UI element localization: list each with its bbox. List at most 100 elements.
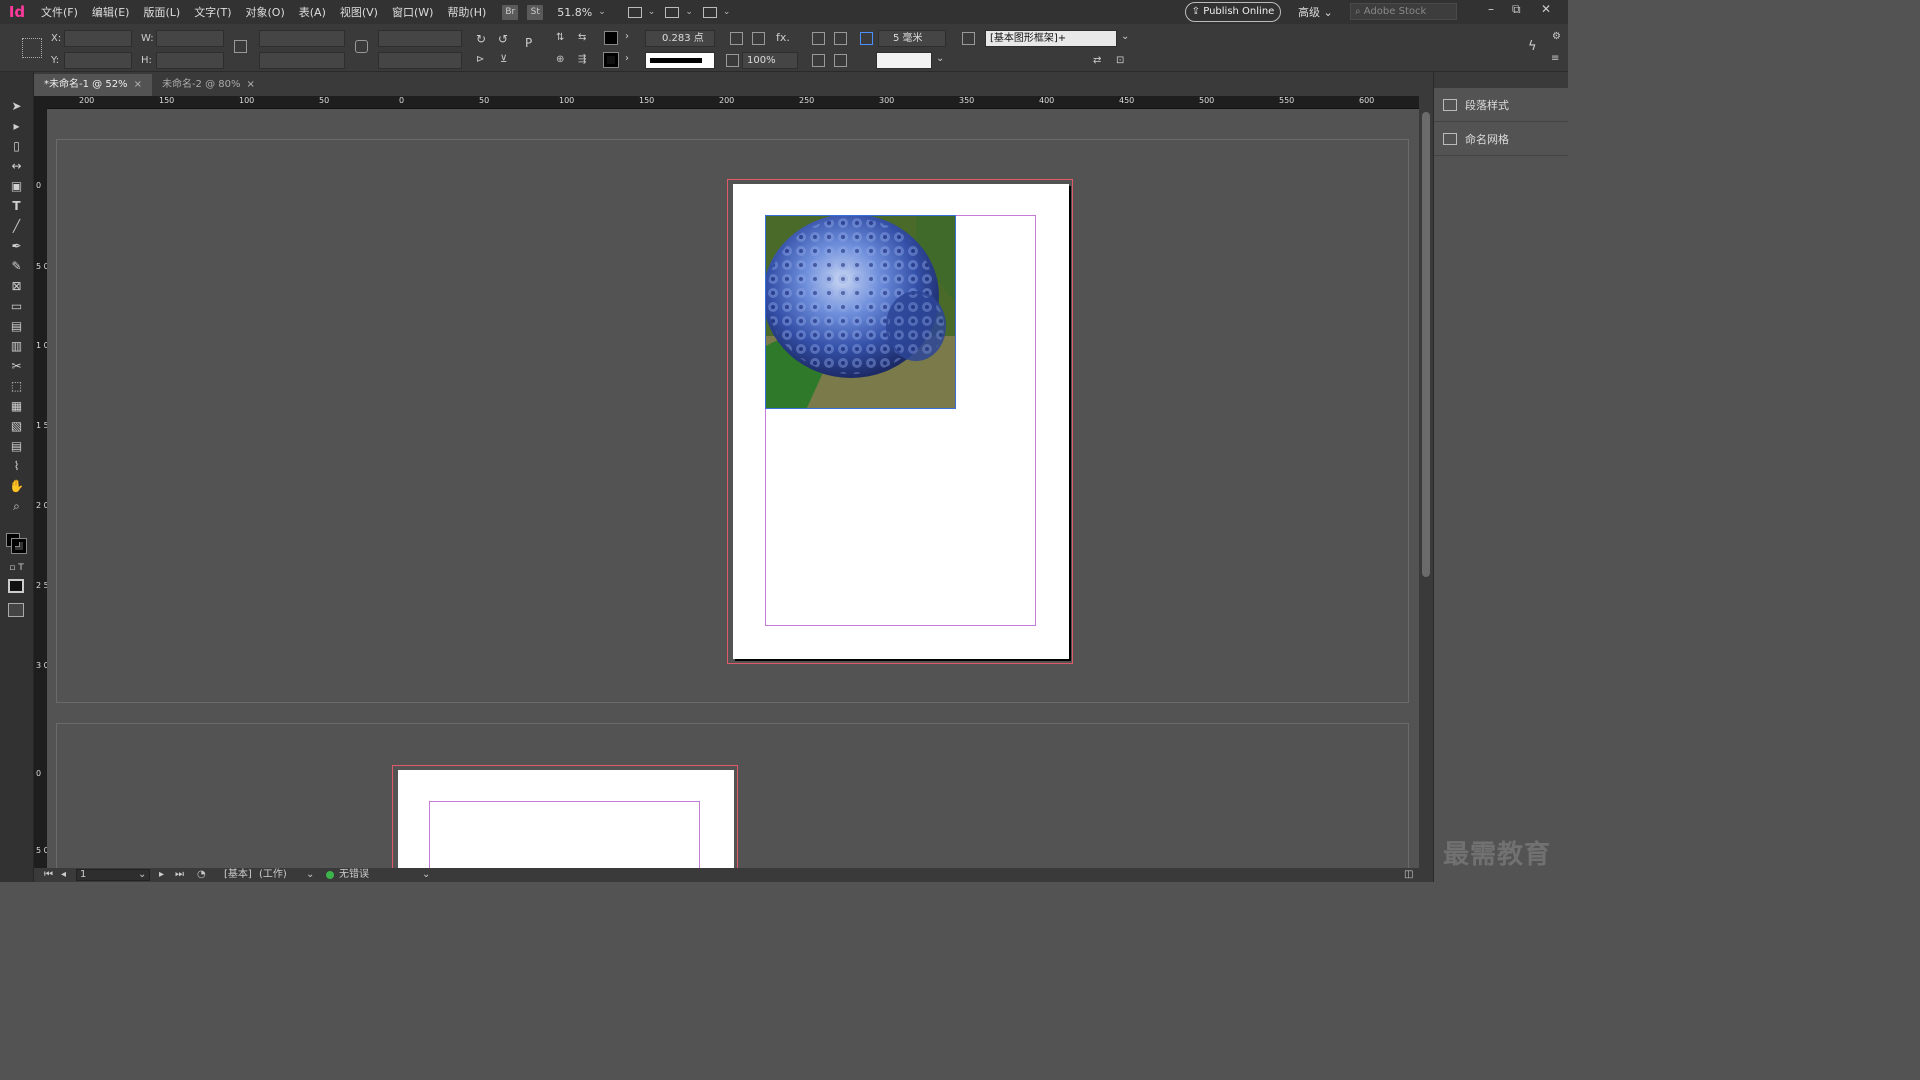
rectangle-tool-icon[interactable]: ▭ [8,298,25,315]
select-next-icon[interactable]: ⇶ [578,54,586,65]
screen-mode-dropdown-icon[interactable]: ⌄ [685,7,693,17]
fill-swatch[interactable] [604,31,618,45]
menu-window[interactable]: 窗口(W) [385,4,440,20]
hydrangea-image-frame[interactable] [765,215,956,409]
y-field[interactable] [64,52,132,69]
constrain-scale-icon[interactable] [355,40,368,53]
drop-shadow-icon[interactable] [752,32,765,45]
menu-view[interactable]: 视图(V) [333,4,385,20]
view-options-dropdown-icon[interactable]: ⌄ [648,7,656,17]
gap-field[interactable]: 5 毫米 [878,30,946,47]
stroke-color-icon[interactable] [11,538,27,554]
type-tool-icon[interactable]: T [8,198,25,215]
gradient-swatch-tool-icon[interactable]: ▦ [8,398,25,415]
chevron-down-icon[interactable]: ⌄ [422,868,430,882]
formatting-affects-container-icon[interactable]: ▫ T [8,560,25,577]
scale-y-field[interactable] [259,52,345,69]
menu-help[interactable]: 帮助(H) [440,4,493,20]
menu-type[interactable]: 文字(T) [187,4,238,20]
panel-menu-icon[interactable]: ≡ [1551,53,1559,64]
flip-vertical-icon[interactable]: ⊻ [500,54,507,65]
scroll-thumb[interactable] [1422,112,1430,577]
restore-button[interactable]: ⧉ [1512,2,1521,17]
h-field[interactable] [156,52,224,69]
line-tool-icon[interactable]: ╱ [8,218,25,235]
close-icon[interactable]: × [247,79,255,90]
minimize-button[interactable]: – [1488,2,1494,16]
screen-mode-icon[interactable] [665,6,680,18]
rotate-cw-icon[interactable]: ↻ [476,32,486,46]
align-icon[interactable] [812,32,825,45]
layout-toggle-icon[interactable]: ◫ [1404,868,1413,882]
opacity-field[interactable]: 100% [742,52,798,69]
tab-document-1[interactable]: *未命名-1 @ 52% × [34,74,152,96]
menu-layout[interactable]: 版面(L) [136,4,187,20]
select-container-icon[interactable]: ⇆ [578,32,586,43]
stock-button[interactable]: St [527,4,544,20]
object-style-dropdown[interactable]: [基本图形框架]+ [985,30,1117,47]
normal-view-icon[interactable] [8,579,24,593]
horizontal-ruler[interactable]: 200 150 100 50 0 50 100 150 200 250 300 … [47,96,1419,109]
constrain-proportions-icon[interactable] [234,40,247,53]
chevron-down-icon[interactable]: ⌄ [1121,31,1129,42]
rotation-field[interactable] [378,30,462,47]
vertical-scrollbar[interactable] [1419,96,1433,868]
panel-dock-header[interactable] [1434,72,1568,88]
reference-point-icon[interactable] [22,38,42,58]
arrange-dropdown-icon[interactable]: ⌄ [723,7,731,17]
preflight-status[interactable]: 无错误 [339,868,369,882]
x-field[interactable] [64,30,132,47]
pencil-tool-icon[interactable]: ✎ [8,258,25,275]
selection-tool-icon[interactable]: ➤ [8,98,25,115]
fill-frame-field[interactable] [876,52,932,69]
menu-table[interactable]: 表(A) [292,4,333,20]
close-button[interactable]: ✕ [1541,2,1551,16]
distribute-icon[interactable] [834,32,847,45]
first-page-icon[interactable]: ⏮ [44,868,53,882]
hand-tool-icon[interactable]: ✋ [8,478,25,495]
auto-fit-icon[interactable] [860,32,873,45]
fill-menu-icon[interactable]: › [625,31,629,42]
scale-x-field[interactable] [259,30,345,47]
frame-fitting-icon[interactable] [962,32,975,45]
shear-field[interactable] [378,52,462,69]
rotate-ccw-icon[interactable]: ↺ [498,32,508,46]
previous-page-icon[interactable]: ◂ [61,868,66,882]
direct-selection-tool-icon[interactable]: ▸ [8,118,25,135]
bridge-button[interactable]: Br [502,4,519,20]
menu-object[interactable]: 对象(O) [239,4,292,20]
stroke-weight-field[interactable]: 0.283 点 [645,30,715,47]
text-wrap-icon[interactable] [730,32,743,45]
eyedropper-tool-icon[interactable]: ⌇ [8,458,25,475]
master-page-label[interactable]: [基本] [224,868,252,882]
stroke-swatch[interactable] [603,52,619,68]
page-tool-icon[interactable]: ▯ [8,138,25,155]
chevron-down-icon[interactable]: ⌄ [138,868,146,882]
stroke-menu-icon[interactable]: › [625,53,629,64]
content-aware-icon[interactable]: P [525,36,532,50]
lightning-icon[interactable]: ϟ [1528,39,1537,54]
fit-content-icon[interactable] [812,54,825,67]
gap-tool-icon[interactable]: ↔ [8,158,25,175]
open-document-icon[interactable]: ◔ [197,868,206,882]
adobe-stock-search[interactable]: ⌕ Adobe Stock [1350,3,1457,20]
tab-document-2[interactable]: 未命名-2 @ 80% × [152,74,265,96]
clear-overrides-icon[interactable]: ⇄ [1093,55,1101,66]
zoom-level[interactable]: 51.8% [557,6,592,19]
arrange-documents-icon[interactable] [702,6,717,18]
flip-icon[interactable]: ⊳ [476,54,484,65]
gradient-feather-tool-icon[interactable]: ▧ [8,418,25,435]
last-page-icon[interactable]: ⏭ [175,868,184,882]
note-tool-icon[interactable]: ▤ [8,438,25,455]
flip-horizontal-icon[interactable]: ⇅ [556,32,564,43]
fit-frame-icon[interactable] [834,54,847,67]
horizontal-grid-tool-icon[interactable]: ▤ [8,318,25,335]
menu-edit[interactable]: 编辑(E) [85,4,137,20]
close-icon[interactable]: × [134,79,142,90]
effects-icon[interactable]: fx. [776,31,790,44]
vertical-ruler[interactable]: 0 5 0 1 0 0 1 5 0 2 0 0 2 5 0 3 0 0 0 5 … [34,96,47,868]
opacity-icon[interactable] [726,54,739,67]
vertical-grid-tool-icon[interactable]: ▥ [8,338,25,355]
free-transform-tool-icon[interactable]: ⬚ [8,378,25,395]
stroke-type-dropdown[interactable] [645,52,715,69]
